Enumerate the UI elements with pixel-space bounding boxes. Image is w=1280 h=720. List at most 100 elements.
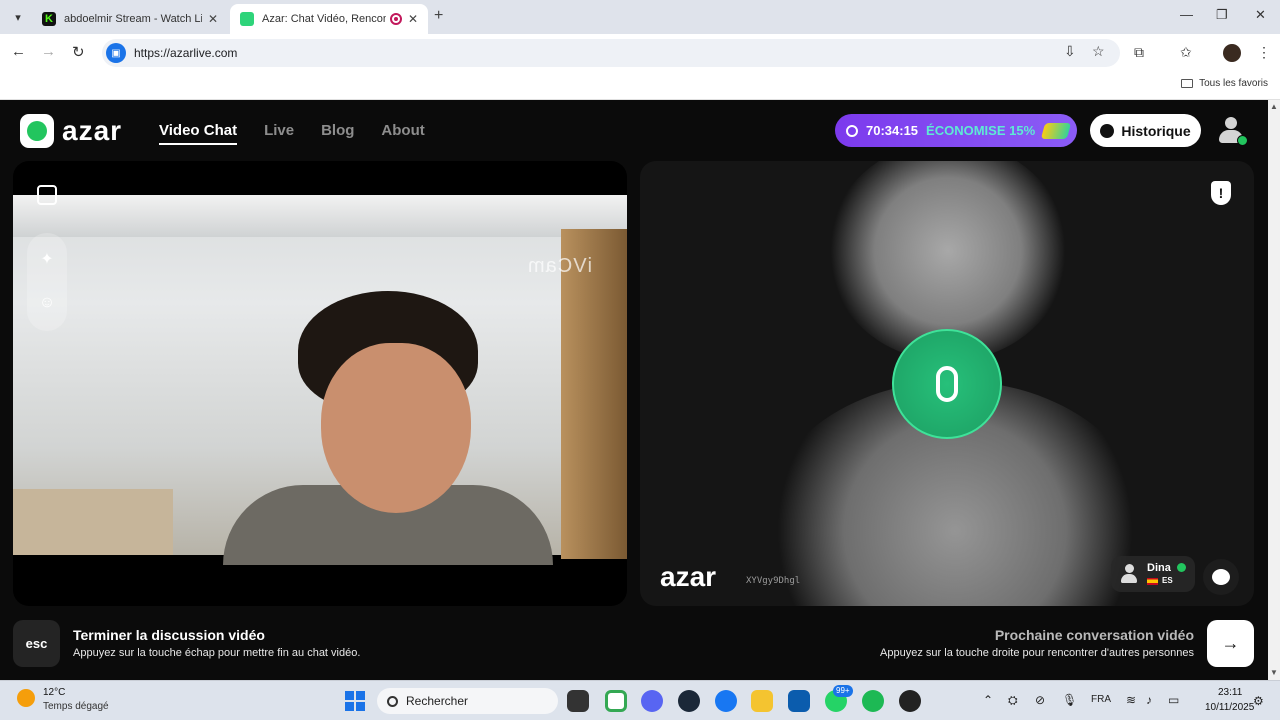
report-shield-icon[interactable]: ! xyxy=(1211,181,1231,205)
steam-icon[interactable] xyxy=(678,690,700,712)
tab-azar[interactable]: Azar: Chat Vidéo, Rencontr ✕ xyxy=(230,4,428,34)
door xyxy=(561,229,627,559)
obs-icon[interactable] xyxy=(899,690,921,712)
chat-button[interactable] xyxy=(1203,559,1239,595)
discord-icon[interactable] xyxy=(641,690,663,712)
close-tab-icon[interactable]: ✕ xyxy=(208,12,218,26)
favorites-icon[interactable]: ✩ xyxy=(1180,44,1192,61)
promo-timer: 70:34:15 xyxy=(866,123,919,138)
peer-profile-card[interactable]: Dina ES xyxy=(1111,556,1195,592)
windows-taskbar: 12°C Temps dégagé Rechercher 99+ ⌃ ⛭ ⊘ 🎙… xyxy=(0,680,1280,720)
history-button[interactable]: Historique xyxy=(1090,114,1201,147)
history-icon xyxy=(1100,123,1115,138)
task-view-icon[interactable] xyxy=(567,690,589,712)
search-icon xyxy=(387,695,398,707)
logo-text: azar xyxy=(62,115,123,146)
taskbar-search[interactable]: Rechercher xyxy=(377,688,558,714)
volume-icon[interactable]: ♪ xyxy=(1146,693,1152,707)
forward-button[interactable]: → xyxy=(41,43,56,60)
start-button[interactable] xyxy=(345,691,365,711)
clock-time[interactable]: 23:11 xyxy=(1218,687,1242,698)
scroll-down-icon[interactable]: ▼ xyxy=(1270,668,1278,677)
nav-blog[interactable]: Blog xyxy=(321,122,354,145)
nav-video-chat[interactable]: Video Chat xyxy=(159,122,238,145)
search-placeholder: Rechercher xyxy=(406,694,469,708)
nav-live[interactable]: Live xyxy=(264,122,294,145)
minimize-video-icon[interactable] xyxy=(37,185,57,205)
folder-icon xyxy=(1181,79,1194,88)
gem-icon xyxy=(1040,122,1072,139)
verified-badge-icon xyxy=(1177,563,1186,572)
wifi-icon[interactable]: ≋ xyxy=(1126,693,1136,707)
bookmark-star-icon[interactable]: ☆ xyxy=(1092,43,1105,60)
microphone-tray-icon[interactable]: 🎙 xyxy=(1062,693,1077,707)
microphone-button[interactable] xyxy=(892,329,1002,439)
page-scrollbar[interactable]: ▲ ▼ xyxy=(1268,100,1280,680)
weather-moon-icon[interactable] xyxy=(17,689,35,707)
promo-save-text: ÉCONOMISE 15% xyxy=(926,123,1036,138)
peer-avatar-icon xyxy=(1121,564,1137,584)
close-window-icon[interactable]: ✕ xyxy=(1255,7,1266,23)
reload-button[interactable]: ↻ xyxy=(72,43,85,61)
next-chat-button[interactable]: → xyxy=(1207,620,1254,667)
peer-video-panel: ! azar XYVgy9Dhgl Dina ES xyxy=(640,161,1254,606)
sofa xyxy=(13,489,173,555)
tray-expand-icon[interactable]: ⌃ xyxy=(983,693,993,707)
nav-about[interactable]: About xyxy=(381,122,424,145)
chrome-icon[interactable] xyxy=(605,690,627,712)
new-tab-button[interactable]: + xyxy=(434,7,443,25)
profile-avatar[interactable] xyxy=(1223,44,1241,62)
facebook-icon[interactable] xyxy=(715,690,737,712)
weather-description: Temps dégagé xyxy=(43,701,109,712)
clock-icon xyxy=(846,124,858,137)
camera-off-icon[interactable]: ⊘ xyxy=(1035,693,1045,707)
effects-sparkle-icon[interactable]: ✦ xyxy=(37,249,57,269)
online-badge xyxy=(1237,135,1248,146)
user-avatar[interactable] xyxy=(1215,115,1248,147)
tab-title: abdoelmir Stream - Watch Live xyxy=(64,13,202,25)
store-icon[interactable] xyxy=(788,690,810,712)
clock-date[interactable]: 10/11/2025 xyxy=(1205,702,1254,713)
next-chat-hint: Appuyez sur la touche droite pour rencon… xyxy=(880,647,1194,659)
close-tab-icon[interactable]: ✕ xyxy=(408,12,418,26)
address-bar[interactable]: ▣ https://azarlive.com ⇩ ☆ xyxy=(102,39,1120,67)
face-filter-icon[interactable]: ☺ xyxy=(37,293,57,313)
spotify-icon[interactable] xyxy=(862,690,884,712)
end-chat-button[interactable]: esc xyxy=(13,620,60,667)
all-bookmarks-label: Tous les favoris xyxy=(1199,78,1268,89)
language-indicator[interactable]: FRA xyxy=(1091,694,1111,705)
tab-search-button[interactable]: ▾ xyxy=(8,7,28,27)
peer-logo-text: azar xyxy=(660,561,717,592)
microphone-icon xyxy=(936,366,958,402)
peer-language: ES xyxy=(1162,576,1173,585)
browser-tab-bar: ▾ K abdoelmir Stream - Watch Live ✕ Azar… xyxy=(0,0,1280,34)
tab-kick-stream[interactable]: K abdoelmir Stream - Watch Live ✕ xyxy=(32,4,228,34)
peer-id: XYVgy9Dhgl xyxy=(746,576,801,586)
browser-menu-icon[interactable]: ⋮ xyxy=(1257,44,1271,61)
camera-watermark: iVCam xyxy=(527,255,593,277)
install-app-icon[interactable]: ⇩ xyxy=(1064,43,1076,60)
battery-icon[interactable]: ▭ xyxy=(1168,693,1179,707)
azar-logo-icon xyxy=(20,114,54,148)
notification-settings-icon[interactable]: ⚙ xyxy=(1253,694,1264,708)
extensions-icon[interactable]: ⧉ xyxy=(1134,44,1144,61)
video-tools: ✦ ☺ xyxy=(27,233,67,331)
all-bookmarks-button[interactable]: Tous les favoris xyxy=(1181,78,1268,89)
kick-favicon-icon: K xyxy=(42,12,56,26)
bookmarks-bar: Tous les favoris xyxy=(0,72,1280,100)
tray-app-icon[interactable]: ⛭ xyxy=(1008,693,1018,708)
restore-window-icon[interactable]: ❐ xyxy=(1216,7,1228,23)
minimize-window-icon[interactable]: — xyxy=(1180,7,1193,22)
recording-indicator-icon xyxy=(389,13,402,25)
spain-flag-icon xyxy=(1147,578,1158,585)
main-nav: Video Chat Live Blog About xyxy=(159,122,425,145)
promo-banner[interactable]: 70:34:15 ÉCONOMISE 15% xyxy=(835,114,1077,147)
azar-page: azar Video Chat Live Blog About 70:34:15… xyxy=(0,100,1268,680)
azar-logo[interactable]: azar xyxy=(20,114,122,148)
scroll-up-icon[interactable]: ▲ xyxy=(1270,102,1278,111)
file-explorer-icon[interactable] xyxy=(751,690,773,712)
browser-toolbar: ← → ↻ ▣ https://azarlive.com ⇩ ☆ ⧉ ✩ ⋮ xyxy=(0,34,1280,72)
back-button[interactable]: ← xyxy=(11,43,26,60)
arrow-right-icon: → xyxy=(1221,633,1240,653)
site-info-icon[interactable]: ▣ xyxy=(106,43,126,63)
